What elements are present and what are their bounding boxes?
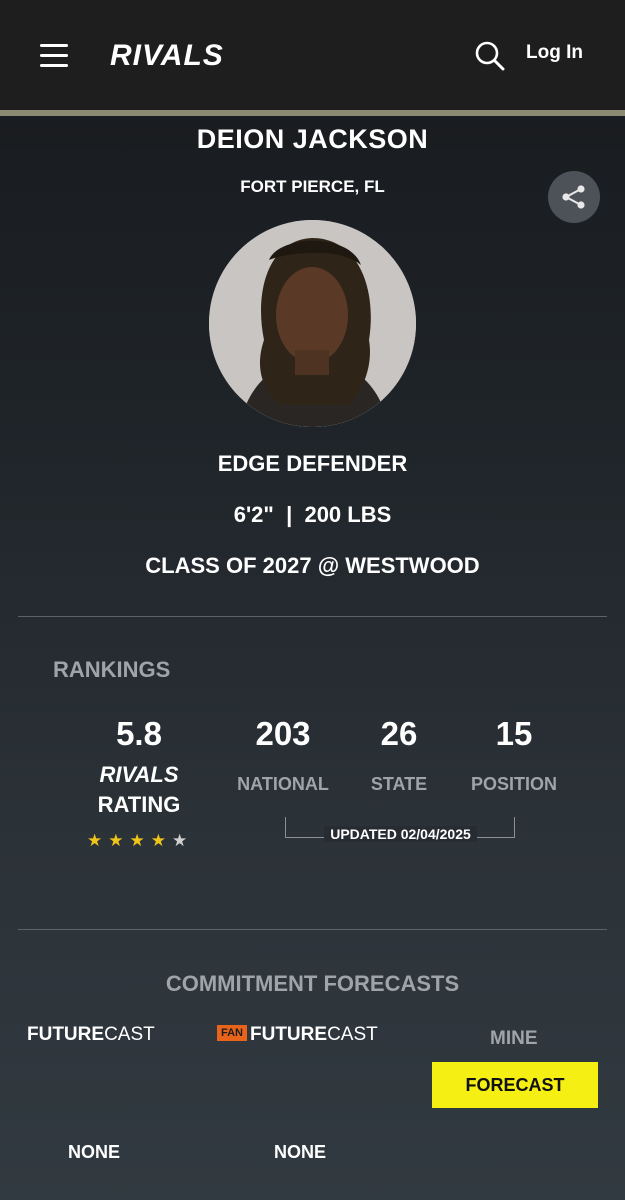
fan-tag: FAN (217, 1024, 247, 1041)
state-rank-value[interactable]: 26 (339, 715, 459, 753)
star-icon-filled: ★ (108, 831, 124, 850)
player-position: EDGE DEFENDER (217, 451, 408, 476)
search-icon[interactable] (474, 40, 506, 72)
player-hometown: FORT PIERCE, FL (240, 177, 385, 196)
star-rating: ★ ★ ★ ★ ★ (87, 832, 187, 849)
top-navigation-bar: RIVALS Log In (0, 0, 625, 110)
section-divider (18, 616, 607, 617)
star-icon-empty: ★ (172, 831, 188, 850)
futurecast-value: NONE (67, 1142, 120, 1162)
rivals-logo[interactable]: RIVALS (110, 39, 270, 73)
mine-label: MINE (490, 1028, 538, 1049)
login-link[interactable]: Log In (526, 42, 583, 64)
share-button[interactable] (548, 171, 600, 223)
fan-futurecast-value: NONE (273, 1142, 326, 1162)
svg-text:RIVALS: RIVALS (110, 40, 224, 68)
forecast-button[interactable]: FORECAST (432, 1062, 598, 1108)
rankings-title: RANKINGS (53, 657, 171, 682)
player-name: DEION JACKSON (196, 124, 429, 154)
player-height-weight: 6'2" | 200 LBS (233, 502, 392, 527)
rivals-rating-logo: RIVALS (79, 762, 199, 790)
position-rank-label: POSITION (470, 774, 557, 794)
share-icon (562, 185, 585, 209)
star-icon-filled: ★ (129, 831, 145, 850)
section-divider (18, 929, 607, 930)
header-accent-rule (0, 110, 625, 116)
position-rank-value[interactable]: 15 (454, 715, 574, 753)
star-icon-filled: ★ (87, 831, 103, 850)
svg-text:RIVALS: RIVALS (99, 763, 178, 785)
futurecast-label: FUTURECAST (27, 1024, 155, 1045)
rivals-rating-label: RATING (97, 792, 181, 817)
player-class-school[interactable]: CLASS OF 2027 @ WESTWOOD (0, 553, 625, 579)
national-rank-value[interactable]: 203 (223, 715, 343, 753)
hamburger-menu-icon[interactable] (40, 44, 68, 68)
player-photo (209, 220, 416, 427)
rankings-updated-date: UPDATED 02/04/2025 (285, 826, 516, 842)
fan-futurecast-label: FAN FUTURECAST (217, 1024, 378, 1046)
star-icon-filled: ★ (150, 831, 166, 850)
rivals-rating-value: 5.8 (116, 715, 162, 752)
commitment-forecasts-title: COMMITMENT FORECASTS (165, 971, 460, 996)
rivals-logo-mark: RIVALS (110, 39, 224, 72)
